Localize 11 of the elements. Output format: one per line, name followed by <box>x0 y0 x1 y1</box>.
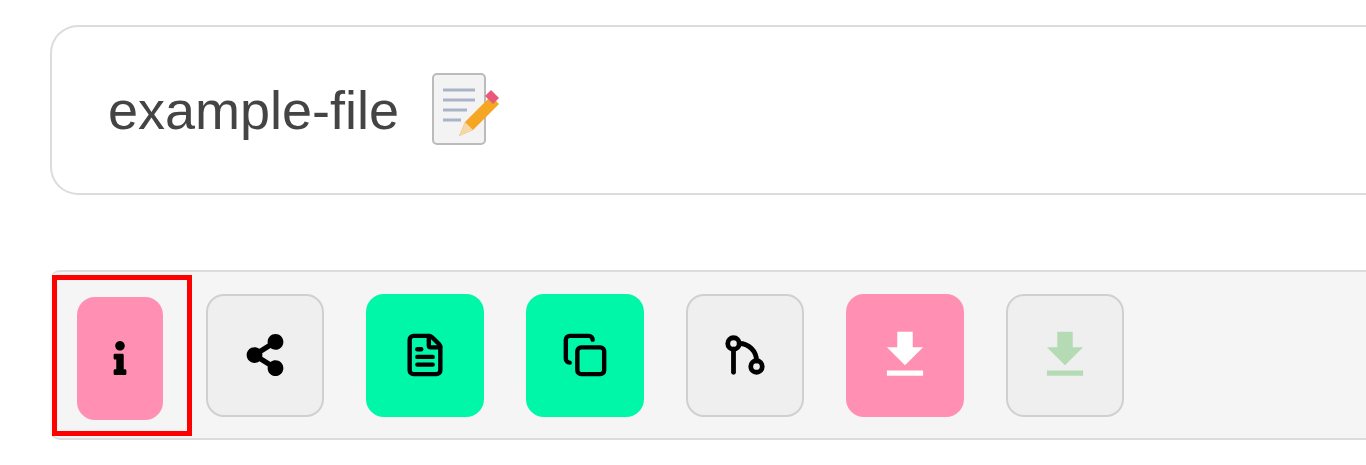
copy-button[interactable] <box>526 293 644 417</box>
info-button[interactable] <box>77 296 163 420</box>
copy-icon <box>562 332 608 378</box>
file-name: example-file <box>108 79 400 141</box>
branch-button[interactable] <box>686 293 804 417</box>
file-button[interactable] <box>366 293 484 417</box>
file-name-field[interactable]: example-file <box>50 25 1366 195</box>
branch-icon <box>722 332 768 378</box>
share-icon <box>244 334 286 376</box>
share-button[interactable] <box>206 293 324 417</box>
memo-icon <box>429 72 500 148</box>
